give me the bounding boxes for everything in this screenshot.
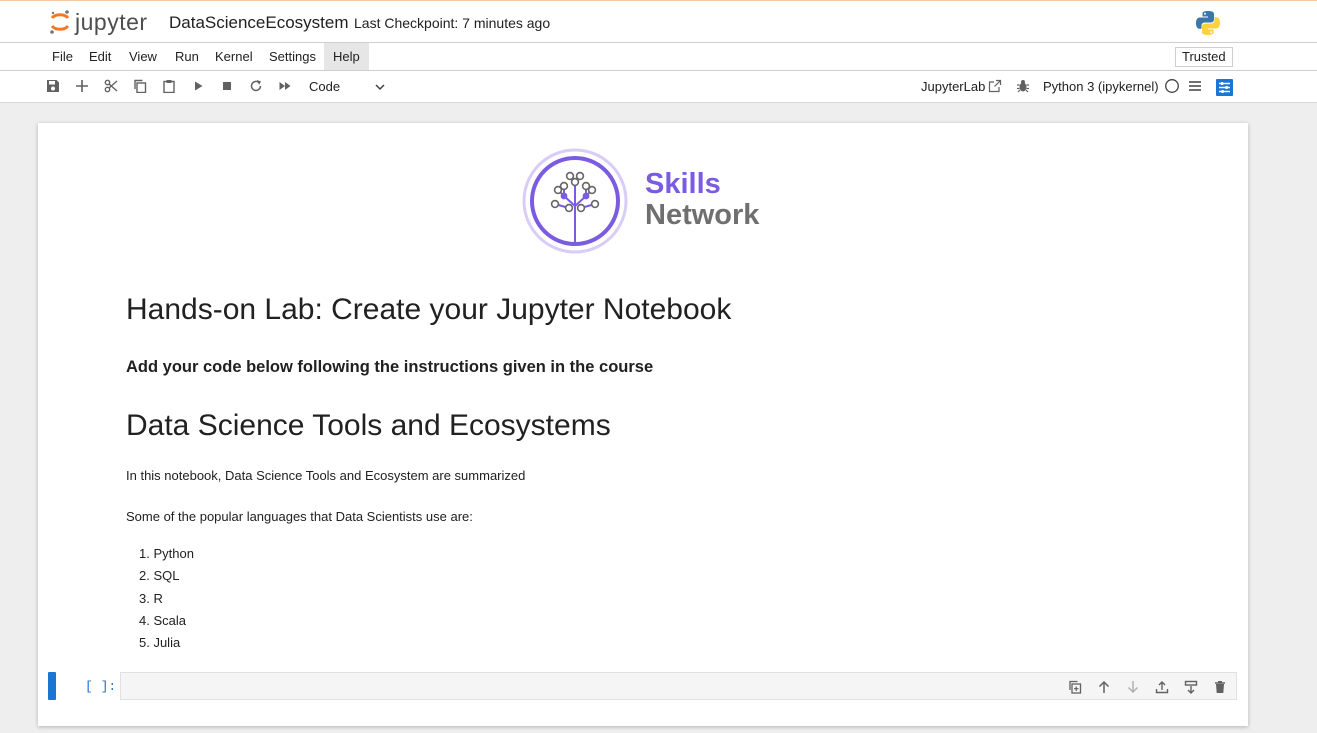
skills-network-tree-icon [522, 148, 628, 254]
last-checkpoint: Last Checkpoint: 7 minutes ago [354, 15, 551, 31]
fast-forward-icon[interactable] [277, 78, 293, 94]
python-logo-icon [1195, 10, 1221, 36]
open-jupyterlab-link[interactable]: JupyterLab [921, 79, 985, 94]
code-cell-input[interactable] [120, 672, 1237, 700]
jupyter-logo-icon [50, 10, 70, 34]
skills-network-logo [522, 148, 628, 254]
cell-prompt: [ ]: [85, 679, 117, 694]
restart-icon[interactable] [248, 78, 264, 94]
menu-edit[interactable]: Edit [80, 43, 120, 70]
plus-icon[interactable] [74, 78, 90, 94]
external-link-icon[interactable] [987, 78, 1003, 94]
menu-run[interactable]: Run [166, 43, 208, 70]
jupyter-logo[interactable]: jupyter [49, 7, 148, 37]
insert-above-icon[interactable] [1154, 679, 1170, 695]
kernel-name[interactable]: Python 3 (ipykernel) [1043, 79, 1159, 94]
menu-help[interactable]: Help [324, 43, 369, 70]
menu-bar: File Edit View Run Kernel Settings Help … [0, 42, 1317, 71]
active-cell-indicator [48, 672, 56, 700]
notebook-toolbar: Code JupyterLab Python 3 (ipykernel) [0, 71, 1317, 103]
list-item: 3. R [139, 590, 163, 606]
paste-icon[interactable] [161, 78, 177, 94]
languages-list: 1. Python 2. SQL 3. R 4. Scala 5. Julia [139, 545, 194, 656]
logo-skills-text: Skills [645, 168, 721, 200]
subheading-instructions: Add your code below following the instru… [126, 358, 654, 376]
top-bar: jupyter DataScienceEcosystem Last Checkp… [0, 0, 1317, 42]
jupyter-wordmark: jupyter [75, 8, 148, 35]
list-item: 2. SQL [139, 568, 180, 584]
delete-cell-icon[interactable] [1212, 679, 1228, 695]
kernel-status-idle-icon [1164, 78, 1180, 94]
intro-paragraph: In this notebook, Data Science Tools and… [126, 468, 526, 483]
menu-view[interactable]: View [120, 43, 166, 70]
menu-kernel[interactable]: Kernel [206, 43, 262, 70]
duplicate-cell-icon[interactable] [1067, 679, 1083, 695]
notebook-title[interactable]: DataScienceEcosystem [169, 13, 349, 33]
list-item: 4. Scala [139, 612, 186, 628]
stop-icon[interactable] [219, 78, 235, 94]
move-down-icon[interactable] [1125, 679, 1141, 695]
debugger-bug-icon[interactable] [1015, 78, 1031, 94]
cell-type-select[interactable]: Code [309, 79, 340, 94]
menu-file[interactable]: File [43, 43, 82, 70]
property-inspector-icon[interactable] [1215, 78, 1233, 96]
insert-below-icon[interactable] [1183, 679, 1199, 695]
logo-network-text: Network [645, 199, 760, 231]
trusted-indicator[interactable]: Trusted [1175, 47, 1233, 67]
run-icon[interactable] [190, 78, 206, 94]
heading-data-science-tools: Data Science Tools and Ecosystems [126, 409, 611, 442]
save-icon[interactable] [45, 78, 61, 94]
list-item: 1. Python [139, 546, 194, 561]
list-item: 5. Julia [139, 635, 181, 651]
chevron-down-icon[interactable] [374, 81, 386, 93]
notebook-panel: Skills Network Hands-on Lab: Create your… [38, 123, 1248, 726]
cut-icon[interactable] [103, 78, 119, 94]
move-up-icon[interactable] [1096, 679, 1112, 695]
heading-hands-on-lab: Hands-on Lab: Create your Jupyter Notebo… [126, 293, 732, 326]
menu-lines-icon[interactable] [1187, 78, 1203, 94]
copy-icon[interactable] [132, 78, 148, 94]
languages-intro-paragraph: Some of the popular languages that Data … [126, 509, 473, 524]
menu-settings[interactable]: Settings [260, 43, 325, 70]
